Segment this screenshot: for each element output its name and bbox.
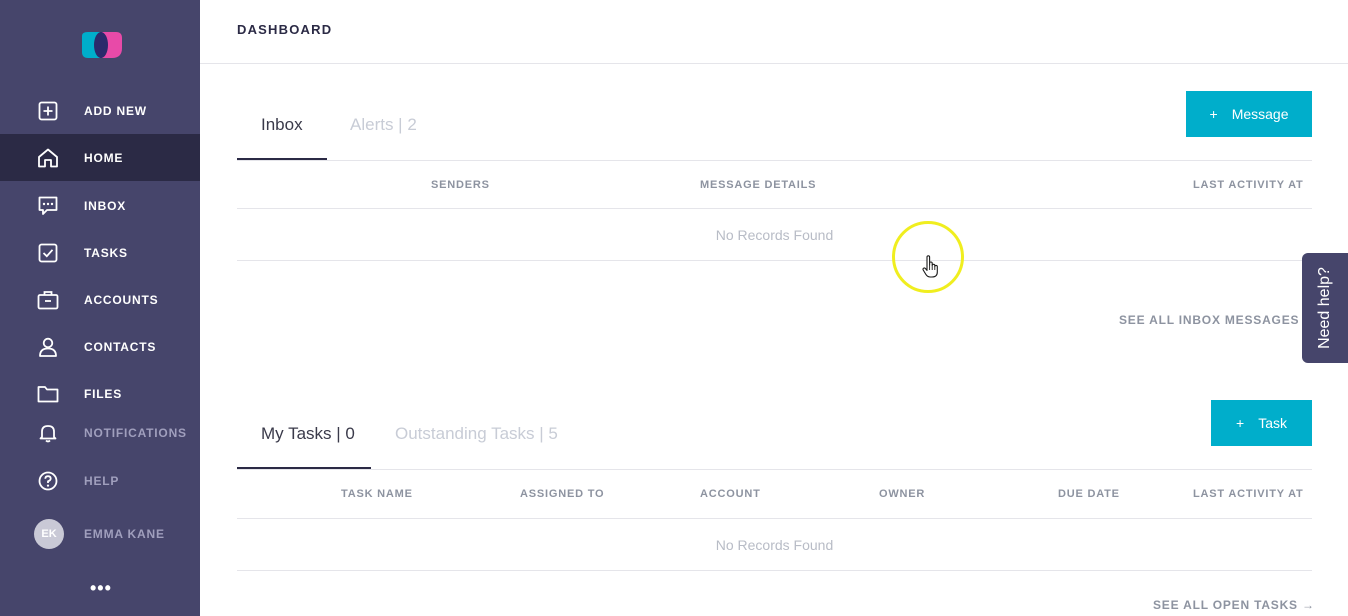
sidebar: ADD NEW HOME INBOX TASKS ACCOUNTS CONTAC…: [0, 0, 200, 616]
button-label: Message: [1231, 106, 1289, 122]
user-name: EMMA KANE: [84, 526, 165, 541]
tab-alerts[interactable]: Alerts | 2: [350, 115, 417, 135]
sidebar-item-label: CONTACTS: [84, 339, 157, 354]
plus-icon: +: [1209, 106, 1218, 122]
plus-icon: +: [1236, 415, 1245, 431]
need-help-label: Need help?: [1316, 267, 1333, 349]
divider: [237, 260, 1312, 261]
sidebar-item-accounts[interactable]: ACCOUNTS: [0, 276, 200, 323]
column-header-message-details[interactable]: MESSAGE DETAILS: [700, 179, 816, 191]
sidebar-item-notifications[interactable]: NOTIFICATIONS: [0, 409, 200, 456]
home-icon: [37, 147, 59, 169]
briefcase-icon: [37, 289, 59, 311]
sidebar-item-label: HELP: [84, 473, 120, 488]
column-header-assigned-to[interactable]: ASSIGNED TO: [520, 488, 604, 500]
button-label: Task: [1258, 415, 1287, 431]
empty-state-text: No Records Found: [715, 537, 834, 553]
sidebar-item-contacts[interactable]: CONTACTS: [0, 323, 200, 370]
checkbox-icon: [37, 242, 59, 264]
sidebar-item-user[interactable]: EK EMMA KANE: [0, 510, 200, 557]
chat-icon: [37, 195, 59, 217]
divider: [237, 160, 1312, 161]
need-help-button[interactable]: Need help?: [1302, 253, 1348, 363]
column-header-last-activity[interactable]: LAST ACTIVITY AT: [1193, 488, 1304, 500]
sidebar-item-label: ACCOUNTS: [84, 292, 159, 307]
tab-outstanding-tasks[interactable]: Outstanding Tasks | 5: [395, 424, 558, 444]
column-header-due-date[interactable]: DUE DATE: [1058, 488, 1120, 500]
column-header-owner[interactable]: OWNER: [879, 488, 925, 500]
divider: [237, 570, 1312, 571]
column-header-task-name[interactable]: TASK NAME: [341, 488, 413, 500]
tab-inbox[interactable]: Inbox: [261, 115, 303, 135]
folder-icon: [37, 383, 59, 405]
divider: [237, 469, 1312, 470]
avatar: EK: [34, 518, 64, 549]
sidebar-item-label: ADD NEW: [84, 103, 147, 118]
sidebar-item-inbox[interactable]: INBOX: [0, 182, 200, 229]
sidebar-item-tasks[interactable]: TASKS: [0, 229, 200, 276]
sidebar-item-label: NOTIFICATIONS: [84, 425, 187, 440]
see-all-tasks-link[interactable]: SEE ALL OPEN TASKS →: [1153, 598, 1315, 612]
see-all-inbox-link[interactable]: SEE ALL INBOX MESSAGES: [1119, 313, 1299, 327]
sidebar-item-label: INBOX: [84, 198, 127, 213]
divider: [237, 208, 1312, 209]
column-header-senders[interactable]: SENDERS: [431, 179, 490, 191]
person-icon: [37, 336, 59, 358]
logo[interactable]: [80, 30, 124, 60]
tab-my-tasks[interactable]: My Tasks | 0: [261, 424, 355, 444]
empty-state-text: No Records Found: [715, 227, 834, 243]
add-task-button[interactable]: + Task: [1211, 400, 1312, 446]
sidebar-item-help[interactable]: HELP: [0, 457, 200, 504]
sidebar-item-home[interactable]: HOME: [0, 134, 200, 181]
hand-cursor-icon: [922, 255, 940, 279]
more-menu-button[interactable]: •••: [90, 578, 112, 599]
add-message-button[interactable]: + Message: [1186, 91, 1312, 137]
page-header: DASHBOARD: [200, 0, 1348, 64]
divider: [237, 518, 1312, 519]
bell-icon: [37, 422, 59, 444]
sidebar-item-label: HOME: [84, 150, 124, 165]
app: ADD NEW HOME INBOX TASKS ACCOUNTS CONTAC…: [0, 0, 1348, 616]
sidebar-item-add-new[interactable]: ADD NEW: [0, 87, 200, 134]
page-title: DASHBOARD: [237, 22, 333, 37]
column-header-last-activity[interactable]: LAST ACTIVITY AT: [1193, 179, 1304, 191]
question-icon: [37, 470, 59, 492]
plus-square-icon: [37, 100, 59, 122]
column-header-account[interactable]: ACCOUNT: [700, 488, 761, 500]
sidebar-item-label: TASKS: [84, 245, 128, 260]
sidebar-item-label: FILES: [84, 386, 123, 401]
